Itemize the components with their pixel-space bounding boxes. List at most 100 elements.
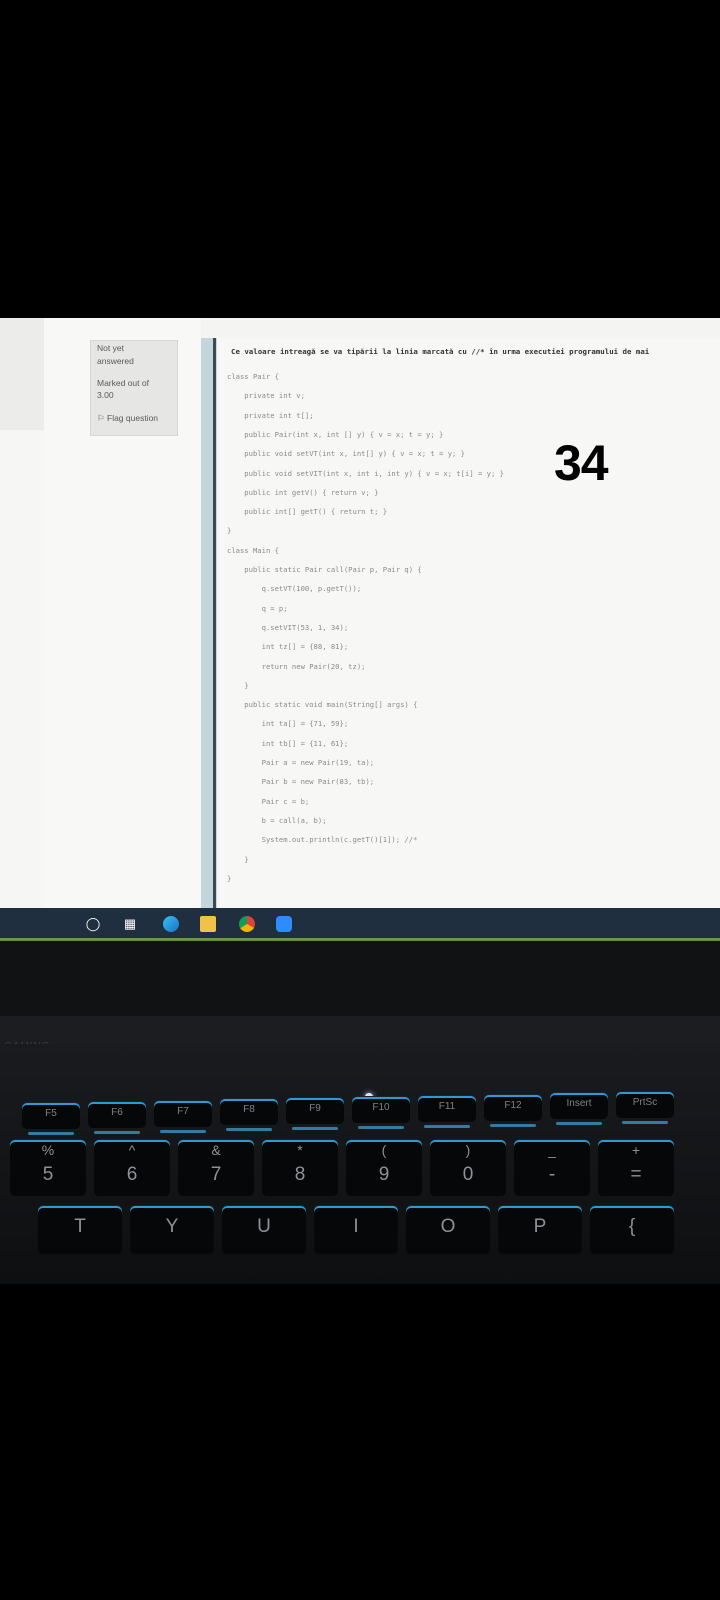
key-backlight (424, 1124, 470, 1128)
key-num-1[interactable]: ^ 6 (94, 1140, 170, 1196)
key-f12-label: F12 (504, 1099, 522, 1111)
key-f6[interactable]: F6 (88, 1101, 146, 1128)
code-line: Pair a = new Pair(19, ta); (227, 758, 375, 767)
key-6-label: { (628, 1216, 636, 1237)
edge-icon[interactable] (163, 916, 179, 932)
key-f10[interactable]: F10 (352, 1097, 410, 1123)
flag-icon: ⚐ (97, 413, 105, 423)
code-line: q.setVIT(53, 1, 34); (227, 622, 349, 632)
flag-question-link[interactable]: ⚐ Flag question (97, 413, 158, 424)
key-num-2-shift-label: & (211, 1142, 221, 1158)
key-backlight (226, 1128, 272, 1132)
key-num-5-shift-label: ) (465, 1142, 471, 1158)
code-line: public static Pair call(Pair p, Pair q) … (227, 565, 422, 574)
code-line: public Pair(int x, int [] y) { v = x; t … (227, 429, 444, 439)
search-icon[interactable]: ◯ (85, 916, 101, 932)
key-num-1-shift-label: ^ (128, 1142, 136, 1158)
key-f12[interactable]: F12 (484, 1094, 542, 1121)
status-line-1: Not yet (97, 343, 124, 353)
key-prtsc-label: PrtSc (632, 1097, 658, 1109)
key-2[interactable]: U (222, 1206, 306, 1254)
left-gutter (0, 318, 45, 430)
key-f8[interactable]: F8 (220, 1099, 278, 1126)
laptop-screen: Not yet answered Marked out of 3.00 ⚐ Fl… (0, 318, 720, 908)
code-line: public int[] getT() { return t; } (227, 507, 388, 517)
laptop-hinge (0, 1016, 720, 1044)
key-insert[interactable]: Insert (550, 1093, 608, 1120)
key-0[interactable]: T (38, 1206, 122, 1254)
code-line: } (227, 854, 249, 864)
key-f9[interactable]: F9 (286, 1098, 344, 1125)
file-explorer-icon[interactable] (200, 916, 216, 932)
key-num-7-label: = (630, 1164, 642, 1185)
key-num-3-shift-label: * (297, 1142, 303, 1158)
key-3[interactable]: I (314, 1206, 398, 1254)
key-backlight (94, 1130, 140, 1134)
zoom-icon[interactable] (276, 916, 292, 932)
key-num-4-shift-label: ( (381, 1142, 387, 1158)
key-f11-label: F11 (438, 1100, 456, 1112)
key-backlight (490, 1123, 536, 1127)
key-backlight (622, 1121, 668, 1125)
key-num-1-label: 6 (126, 1164, 138, 1185)
code-line: int tz[] = {88, 81}; (227, 642, 349, 652)
key-num-5[interactable]: ) 0 (430, 1140, 506, 1196)
code-line: System.out.println(c.getT()[1]); //* (227, 835, 418, 845)
photo: Not yet answered Marked out of 3.00 ⚐ Fl… (0, 0, 720, 1600)
key-f8-label: F8 (243, 1104, 255, 1116)
code-line: int tb[] = {11, 61}; (227, 738, 349, 748)
key-4[interactable]: O (406, 1206, 490, 1254)
key-num-4-label: 9 (378, 1164, 390, 1185)
key-f5[interactable]: F5 (22, 1103, 80, 1129)
key-1[interactable]: Y (130, 1206, 214, 1254)
key-num-2-label: 7 (210, 1164, 222, 1185)
content-divider-edge (213, 338, 216, 908)
key-backlight (292, 1127, 338, 1131)
key-prtsc[interactable]: PrtSc (616, 1092, 674, 1119)
key-num-7[interactable]: + = (598, 1140, 674, 1196)
key-backlight (358, 1126, 404, 1129)
key-6[interactable]: { (590, 1206, 674, 1254)
key-num-2[interactable]: & 7 (178, 1140, 254, 1196)
key-f7[interactable]: F7 (154, 1100, 212, 1127)
marked-line-1: Marked out of (97, 378, 149, 388)
key-num-7-shift-label: + (631, 1142, 641, 1158)
question-content: Ce valoare intreagă se va tipării la lin… (217, 338, 720, 908)
key-f5-label: F5 (45, 1108, 57, 1119)
code-line: Pair b = new Pair(83, tb); (227, 777, 375, 787)
left-gutter-lower (0, 430, 44, 908)
key-f10-label: F10 (372, 1102, 390, 1113)
code-line: class Main { (227, 545, 279, 555)
code-line: private int v; (227, 391, 305, 401)
key-num-4[interactable]: (9 (346, 1140, 422, 1196)
code-line: class Pair { (227, 372, 279, 381)
key-f7-label: F7 (177, 1105, 189, 1117)
key-1-label: Y (165, 1216, 179, 1237)
task-view-icon[interactable]: ▦ (122, 916, 138, 932)
code-line: } (227, 873, 232, 883)
marked-line-2: 3.00 (97, 390, 114, 400)
key-f11[interactable]: F11 (418, 1095, 476, 1122)
answer-overlay: 34 (554, 435, 609, 491)
key-f9-label: F9 (309, 1103, 321, 1115)
code-line: public static void main(String[] args) { (227, 700, 418, 710)
key-num-6[interactable]: _ - (514, 1140, 590, 1196)
chrome-icon[interactable] (239, 916, 255, 932)
key-backlight (556, 1122, 602, 1126)
question-info-box: Not yet answered Marked out of 3.00 ⚐ Fl… (90, 340, 178, 436)
laptop-bezel (0, 941, 720, 1016)
key-0-label: T (74, 1216, 86, 1237)
key-num-0[interactable]: % 5 (10, 1140, 86, 1196)
key-num-6-shift-label: _ (548, 1142, 556, 1158)
code-line: q = p; (227, 603, 288, 613)
key-5[interactable]: P (498, 1206, 582, 1254)
code-line: int ta[] = {71, 59}; (227, 719, 349, 729)
code-line: public int getV() { return v; } (227, 487, 379, 497)
flag-question-label: Flag question (107, 413, 159, 423)
code-line: b = call(a, b); (227, 815, 327, 825)
key-backlight (160, 1129, 206, 1133)
code-line: return new Pair(20, tz); (227, 661, 366, 671)
key-num-3[interactable]: * 8 (262, 1140, 338, 1196)
code-line: } (227, 680, 249, 690)
question-text: Ce valoare intreagă se va tipării la lin… (231, 347, 650, 356)
